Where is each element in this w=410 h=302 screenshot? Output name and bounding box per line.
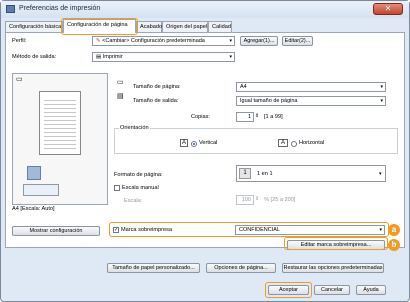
show-settings-button[interactable]: Mostrar configuración xyxy=(12,226,100,236)
cancel-button[interactable]: Cancelar xyxy=(314,285,350,295)
scale-range: % [25 a 200] xyxy=(264,197,296,203)
scale-input[interactable]: 100 xyxy=(236,195,254,205)
chevron-down-icon: ▾ xyxy=(379,171,382,177)
chevron-down-icon: ▾ xyxy=(229,54,232,60)
printer-app-icon xyxy=(6,5,15,13)
callout-badge-a: a xyxy=(388,224,400,236)
orientation-label: Orientación xyxy=(119,125,150,131)
page-layout-value: 1 en 1 xyxy=(257,171,273,177)
pencil-icon: ✎ xyxy=(96,38,101,44)
callout-badge-b: b xyxy=(388,239,400,251)
vertical-radio[interactable] xyxy=(191,141,197,147)
restore-defaults-button[interactable]: Restaurar las opciones predeterminadas xyxy=(282,263,384,273)
page-lines xyxy=(44,97,76,149)
window-title: Preferencias de impresión xyxy=(19,5,101,12)
output-method-label: Método de salida: xyxy=(12,54,57,60)
layout-thumbnail-icon: 1 xyxy=(239,168,251,179)
page-thumbnail xyxy=(39,91,81,155)
print-preferences-window: Preferencias de impresión ✕ Configuració… xyxy=(0,0,410,302)
layout-toggle-icon[interactable] xyxy=(23,184,59,196)
output-size-select[interactable]: Igual tamaño de página ▾ xyxy=(236,96,386,106)
copies-spinner[interactable]: ⇕ xyxy=(255,113,259,119)
ok-highlight xyxy=(265,282,312,298)
page-size-select[interactable]: A4 ▾ xyxy=(236,82,386,92)
chevron-down-icon: ▾ xyxy=(229,38,232,44)
manual-scale-checkbox[interactable] xyxy=(114,185,120,191)
overlay-highlight xyxy=(109,222,389,237)
page-size-label: Tamaño de página: xyxy=(133,84,181,90)
manual-scale-label: Escala manual xyxy=(122,185,159,191)
copies-label: Copias: xyxy=(191,114,210,120)
title-bar: Preferencias de impresión ✕ xyxy=(1,1,409,18)
close-button[interactable]: ✕ xyxy=(373,3,403,15)
page-size-icon: ▭ xyxy=(117,79,124,86)
output-size-icon: ▤ xyxy=(117,93,124,100)
chevron-down-icon: ▾ xyxy=(380,84,383,90)
portrait-icon: A xyxy=(180,139,189,147)
page-layout-select[interactable]: 1 1 en 1 ▾ xyxy=(236,165,386,182)
output-size-value: Igual tamaño de página xyxy=(240,98,298,104)
profile-label: Perfil: xyxy=(12,38,27,44)
horizontal-radio[interactable] xyxy=(291,141,297,147)
scale-spinner[interactable]: ⇕ xyxy=(255,196,259,202)
preview-toggle-icon[interactable]: ▭ xyxy=(16,76,23,84)
profile-value: <Cambiar> Configuración predeterminada xyxy=(102,38,205,44)
page-preview-box: ▭ xyxy=(12,73,108,205)
printer-icon: ▤ xyxy=(96,54,102,60)
edit-profile-button[interactable]: Editar(2)... xyxy=(282,36,313,46)
preview-caption: A4 [Escala: Auto] xyxy=(12,206,55,212)
chevron-down-icon: ▾ xyxy=(380,98,383,104)
page-setup-panel: Perfil: ✎ <Cambiar> Configuración predet… xyxy=(5,32,405,250)
output-method-value: Imprimir xyxy=(102,54,123,60)
edit-overlay-highlight xyxy=(284,237,388,250)
add-profile-button[interactable]: Agregar(1)... xyxy=(240,36,278,46)
custom-paper-size-button[interactable]: Tamaño de papel personalizado... xyxy=(107,263,200,273)
page-layout-label: Formato de página: xyxy=(114,172,163,178)
copies-range: [1 a 99] xyxy=(264,114,283,120)
help-button[interactable]: Ayuda xyxy=(356,285,386,295)
profile-select[interactable]: ✎ <Cambiar> Configuración predeterminada… xyxy=(92,36,235,46)
page-size-value: A4 xyxy=(240,84,247,90)
copies-input[interactable]: 1 xyxy=(236,112,254,122)
scale-label: Escala: xyxy=(124,198,143,204)
preview-settings-icon[interactable] xyxy=(27,166,41,180)
landscape-icon: A xyxy=(278,139,289,147)
page-setup-tab-highlight xyxy=(61,18,138,35)
page-options-button[interactable]: Opciones de página... xyxy=(206,263,276,273)
orientation-group: Orientación A Vertical A Horizontal xyxy=(114,125,398,154)
output-method-select[interactable]: ▤ Imprimir ▾ xyxy=(92,52,235,62)
vertical-label: Vertical xyxy=(199,140,218,146)
horizontal-label: Horizontal xyxy=(299,140,325,146)
output-size-label: Tamaño de salida: xyxy=(133,98,179,104)
